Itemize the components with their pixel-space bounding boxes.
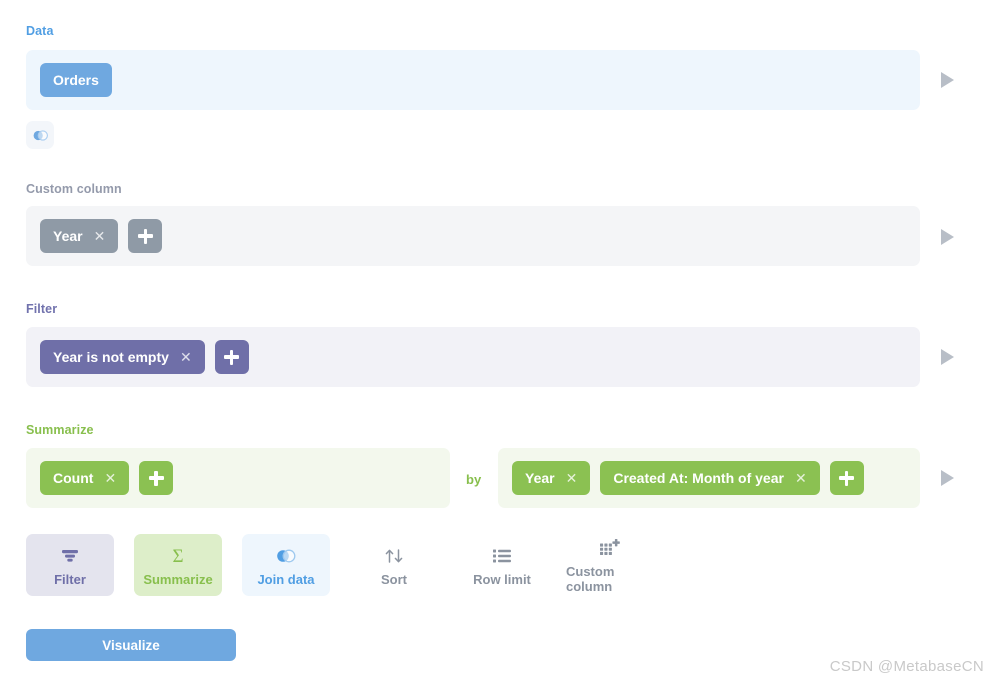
- action-button-sort[interactable]: Sort: [350, 534, 438, 596]
- data-table-chip-label: Orders: [53, 72, 99, 88]
- filter-chip-label: Year is not empty: [53, 349, 169, 365]
- summarize-section-label: Summarize: [26, 423, 94, 437]
- grid-plus-icon: [599, 536, 621, 560]
- summarize-breakout-row: Year ✕ Created At: Month of year ✕: [498, 448, 920, 508]
- data-source-row: Orders: [26, 50, 920, 110]
- breakout-chip[interactable]: Created At: Month of year ✕: [600, 461, 820, 495]
- add-aggregation-button[interactable]: [139, 461, 174, 495]
- action-button-custom-column[interactable]: Custom column: [566, 534, 654, 596]
- filter-section-label: Filter: [26, 302, 58, 316]
- aggregation-chip-remove-icon[interactable]: ✕: [104, 471, 116, 485]
- filter-chip-remove-icon[interactable]: ✕: [180, 350, 192, 364]
- notebook-action-buttons: Filter Σ Summarize Join data Sort Row li…: [26, 534, 674, 596]
- filter-chip[interactable]: Year is not empty ✕: [40, 340, 205, 374]
- venn-join-icon: [33, 129, 48, 141]
- query-builder-notebook: Data Orders Custom column Year ✕ Filter …: [0, 0, 1004, 685]
- add-filter-button[interactable]: [214, 340, 249, 374]
- filter-row: Year is not empty ✕: [26, 327, 920, 387]
- custom-column-preview-button[interactable]: [941, 229, 954, 245]
- action-button-row-limit-label: Row limit: [473, 571, 531, 587]
- venn-join-icon: [275, 544, 297, 568]
- breakout-chip-remove-icon[interactable]: ✕: [566, 471, 578, 485]
- summarize-preview-button[interactable]: [941, 470, 954, 486]
- watermark: CSDN @MetabaseCN: [829, 658, 984, 675]
- custom-column-chip-label: Year: [53, 228, 83, 244]
- summarize-aggregation-row: Count ✕: [26, 448, 450, 508]
- action-button-row-limit[interactable]: Row limit: [458, 534, 546, 596]
- filter-preview-button[interactable]: [941, 349, 954, 365]
- join-data-icon-button[interactable]: [26, 121, 54, 149]
- action-button-filter-label: Filter: [54, 571, 86, 587]
- custom-column-section-label: Custom column: [26, 182, 122, 196]
- action-button-summarize[interactable]: Σ Summarize: [134, 534, 222, 596]
- breakout-chip[interactable]: Year ✕: [512, 461, 591, 495]
- sigma-icon: Σ: [168, 544, 188, 568]
- custom-column-chip-remove-icon[interactable]: ✕: [94, 229, 106, 243]
- custom-column-row: Year ✕: [26, 206, 920, 266]
- breakout-chip-label: Year: [525, 470, 555, 486]
- aggregation-chip[interactable]: Count ✕: [40, 461, 130, 495]
- action-button-sort-label: Sort: [381, 571, 407, 587]
- summarize-by-word: by: [466, 472, 482, 487]
- add-breakout-button[interactable]: [829, 461, 864, 495]
- aggregation-chip-label: Count: [53, 470, 94, 486]
- data-preview-button[interactable]: [941, 72, 954, 88]
- funnel-icon: [61, 544, 79, 568]
- add-custom-column-button[interactable]: [128, 219, 163, 253]
- action-button-join-data[interactable]: Join data: [242, 534, 330, 596]
- list-icon: [492, 544, 512, 568]
- data-section-label: Data: [26, 24, 54, 38]
- breakout-chip-label: Created At: Month of year: [613, 470, 784, 486]
- action-button-summarize-label: Summarize: [143, 571, 213, 587]
- data-table-chip[interactable]: Orders: [40, 63, 112, 97]
- action-button-custom-column-label: Custom column: [566, 564, 615, 594]
- action-button-filter[interactable]: Filter: [26, 534, 114, 596]
- svg-text:Σ: Σ: [172, 546, 183, 566]
- custom-column-chip[interactable]: Year ✕: [40, 219, 119, 253]
- visualize-button[interactable]: Visualize: [26, 629, 236, 661]
- breakout-chip-remove-icon[interactable]: ✕: [795, 471, 807, 485]
- sort-arrows-icon: [383, 544, 405, 568]
- action-button-join-data-label: Join data: [257, 571, 315, 587]
